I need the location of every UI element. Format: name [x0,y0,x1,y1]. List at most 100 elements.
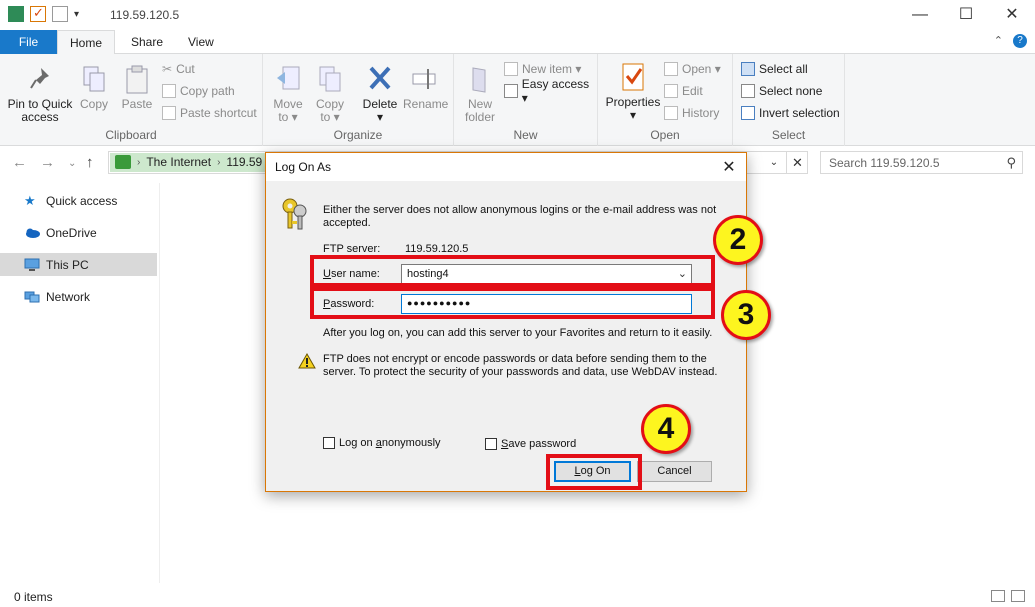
after-logon-text: After you log on, you can add this serve… [323,327,713,339]
computer-icon [24,258,40,272]
easy-access-icon [504,84,518,98]
forward-arrow-icon[interactable]: → [40,154,55,171]
callout-3-badge: 3 [721,290,771,340]
search-box[interactable]: Search 119.59.120.5 ⚲ [820,151,1023,174]
new-group: New folder New item ▾ Easy access ▾ New [454,54,598,146]
callout-4-badge: 4 [641,404,691,454]
paste-icon [124,64,150,94]
nav-item-quick-access[interactable]: ★ Quick access [0,189,157,212]
select-group: Select all Select none Invert selection … [733,54,845,146]
search-placeholder: Search 119.59.120.5 [829,156,940,170]
new-folder-button[interactable]: New folder [460,64,500,124]
breadcrumb-separator-icon: › [217,156,221,168]
copy-path-icon [162,84,176,98]
quick-access-toolbar: ▾ [8,5,79,22]
tab-share[interactable]: Share [117,30,177,54]
stop-x-icon[interactable]: ✕ [786,152,808,173]
item-count: 0 items [14,590,53,604]
history-icon [664,106,678,120]
close-button[interactable]: ✕ [989,0,1035,30]
recent-locations-icon[interactable]: ⌄ [68,158,76,169]
paste-shortcut-button[interactable]: Paste shortcut [162,104,257,122]
keys-icon [280,197,310,231]
open-button[interactable]: Open ▾ [664,60,721,78]
edit-button[interactable]: Edit [664,82,703,100]
dialog-close-icon[interactable]: ✕ [718,157,740,177]
ribbon: Pin to Quick access Copy Paste ✂ Cut Copy … [0,54,1035,146]
dialog-title: Log On As [275,160,332,174]
move-to-icon [275,64,301,94]
tab-file[interactable]: File [0,30,57,54]
cut-button[interactable]: ✂ Cut [162,60,195,78]
details-view-icon[interactable] [991,590,1005,602]
checkbox-box[interactable] [485,438,497,450]
internet-globe-icon [115,155,131,169]
customize-qat-icon[interactable]: ▾ [74,9,79,20]
select-none-button[interactable]: Select none [741,82,822,100]
organize-group-label: Organize [333,128,383,142]
clipboard-group: Pin to Quick access Copy Paste ✂ Cut Copy … [0,54,263,146]
tab-home[interactable]: Home [57,30,115,55]
back-arrow-icon[interactable]: ← [12,154,27,171]
star-icon: ★ [24,192,36,208]
callout-2-badge: 2 [713,215,763,265]
collapse-ribbon-icon[interactable]: ⌃ [994,34,1003,48]
properties-icon[interactable] [8,6,24,22]
copy-path-button[interactable]: Copy path [162,82,235,100]
history-button[interactable]: History [664,104,719,122]
properties-button[interactable]: Properties ▾ [602,62,664,122]
tab-view[interactable]: View [174,30,228,54]
save-password-label: Save password [501,438,577,450]
properties-icon [620,62,646,92]
nav-item-this-pc[interactable]: This PC [0,253,157,276]
copy-button[interactable]: Copy [76,64,112,111]
help-icon[interactable]: ? [1013,34,1027,48]
copy-to-button[interactable]: Copy to ▾ [311,64,349,124]
breadcrumb-server[interactable]: 119.59 [226,155,262,169]
new-folder-icon [467,64,493,94]
paste-button[interactable]: Paste [118,64,156,111]
nav-item-network[interactable]: Network [0,285,157,308]
large-icons-view-icon[interactable] [1011,590,1025,602]
new-item-button[interactable]: New item ▾ [504,60,581,78]
paste-shortcut-icon [162,106,176,120]
rename-icon [412,64,438,94]
open-group-label: Open [650,128,680,142]
network-icon [24,290,40,304]
dialog-message: Either the server does not allow anonymo… [323,204,717,229]
cancel-button[interactable]: Cancel [637,461,712,482]
checkbox-box[interactable] [323,437,335,449]
search-icon: ⚲ [1006,155,1016,170]
delete-button[interactable]: Delete ▾ [359,64,401,124]
log-on-anonymously-checkbox[interactable]: Log on anonymously [323,437,441,449]
clipboard-group-label: Clipboard [105,128,157,142]
username-highlight [310,255,715,287]
ribbon-tabs: File Home Share View ⌃ ? [0,30,1035,55]
breadcrumb-the-internet[interactable]: The Internet [146,155,211,169]
warning-icon [298,352,316,369]
move-to-button[interactable]: Move to ▾ [269,64,307,124]
up-arrow-icon[interactable]: ↑ [86,154,94,171]
window-title: 119.59.120.5 [110,8,180,22]
save-password-checkbox[interactable]: Save password [485,438,576,450]
open-icon [664,62,678,76]
invert-selection-button[interactable]: Invert selection [741,104,840,122]
new-group-label: New [513,128,538,142]
new-folder-icon[interactable] [52,6,68,22]
log-on-anonymously-label: Log on anonymously [339,437,441,449]
warning-text: FTP does not encrypt or encode passwords… [323,353,718,378]
pin-icon [27,64,53,94]
maximize-button[interactable]: ☐ [943,0,989,30]
nav-item-onedrive[interactable]: OneDrive [0,221,157,244]
copy-icon [81,64,107,94]
minimize-button[interactable]: — [897,0,943,30]
title-bar: ▾ 119.59.120.5 — ☐ ✕ [0,0,1035,30]
rename-button[interactable]: Rename [403,64,448,111]
address-dropdown-icon[interactable]: ⌄ [763,152,785,173]
select-all-button[interactable]: Select all [741,60,808,78]
checkmark-icon[interactable] [30,5,46,22]
log-on-highlight [546,454,642,490]
dialog-title-bar: Log On As ✕ [266,153,746,181]
easy-access-button[interactable]: Easy access ▾ [504,77,597,105]
pin-to-quick-access-button[interactable]: Pin to Quick access [6,64,74,124]
